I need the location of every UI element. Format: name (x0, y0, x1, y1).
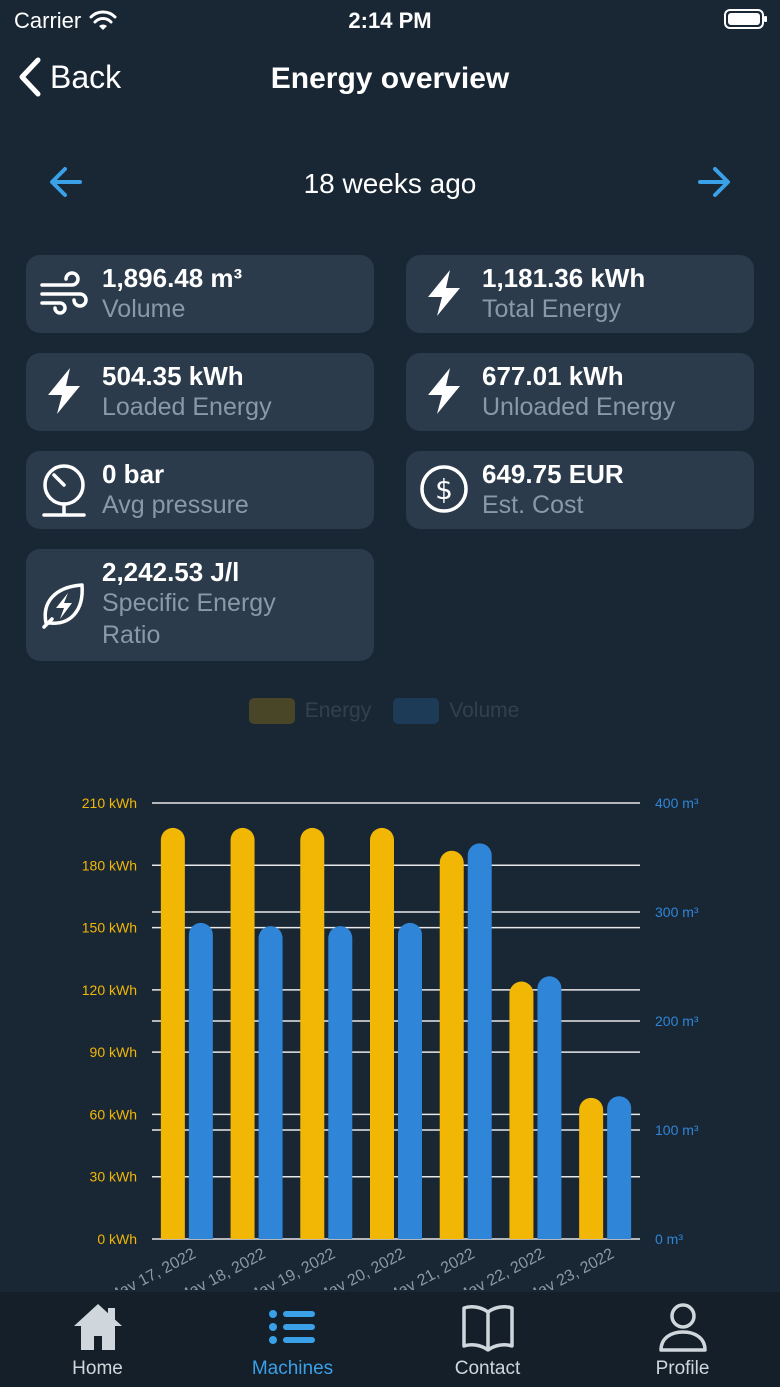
y-right-tick-label: 100 m³ (655, 1122, 699, 1138)
stat-card-total-energy: 1,181.36 kWh Total Energy (406, 255, 754, 333)
stat-value: 504.35 kWh (102, 361, 244, 391)
tab-profile[interactable]: Profile (585, 1292, 780, 1387)
wind-icon (26, 255, 102, 319)
energy-volume-bar-chart: 0 kWh 30 kWh 60 kWh 90 kWh 120 kWh 150 kWh 180… (82, 795, 699, 1290)
chart-legend: Energy Volume (0, 696, 780, 726)
y-left-tick-label: 180 kWh (82, 857, 137, 873)
bar-volume (328, 926, 353, 1239)
bar-energy (230, 827, 255, 1239)
bar-energy (509, 981, 534, 1239)
tab-machines[interactable]: Machines (195, 1292, 390, 1387)
home-icon (73, 1304, 122, 1350)
stat-value: 2,242.53 J/l (102, 557, 240, 587)
y-right-tick-label: 0 m³ (655, 1231, 683, 1247)
stat-label: Avg pressure (102, 491, 249, 519)
previous-period-button[interactable] (48, 164, 84, 205)
chevron-left-icon (19, 57, 41, 97)
y-left-tick-label: 0 kWh (97, 1231, 137, 1247)
tab-label: Contact (454, 1358, 521, 1379)
carrier-label: Carrier (14, 8, 82, 33)
dollar-coin-icon: $ (406, 451, 482, 515)
bar-energy (300, 827, 325, 1239)
y-left-tick-label: 90 kWh (90, 1044, 137, 1060)
stat-label: Specific Energy Ratio (102, 589, 276, 649)
stat-label: Unloaded Energy (482, 393, 676, 421)
back-button[interactable]: Back (16, 56, 121, 98)
bar-volume (258, 926, 283, 1239)
status-bar: Carrier 2:14 PM (0, 0, 780, 40)
svg-text:$: $ (435, 473, 453, 506)
leaf-lightning-icon (26, 549, 102, 631)
bar-volume (607, 1096, 632, 1239)
y-right-tick-label: 200 m³ (655, 1013, 699, 1029)
legend-label-volume: Volume (449, 699, 520, 722)
y-left-tick-label: 60 kWh (90, 1106, 137, 1122)
wifi-icon (89, 10, 117, 30)
stat-label: Total Energy (482, 295, 621, 323)
stat-label: Loaded Energy (102, 393, 272, 421)
y-left-tick-label: 120 kWh (82, 982, 137, 998)
person-icon (658, 1303, 707, 1352)
legend-swatch-volume (393, 698, 440, 724)
legend-label-energy: Energy (304, 699, 372, 722)
list-icon (268, 1310, 315, 1344)
arrow-left-icon (50, 167, 82, 197)
stat-label: Volume (102, 295, 186, 323)
stat-card-est-cost: $ 649.75 EUR Est. Cost (406, 451, 754, 529)
tab-label: Home (72, 1358, 123, 1379)
y-left-tick-label: 30 kWh (90, 1169, 137, 1185)
stat-value: 0 bar (102, 459, 165, 489)
tab-label: Machines (251, 1358, 334, 1379)
bar-energy (579, 1097, 604, 1239)
nav-bar: Back Energy overview (0, 50, 780, 110)
stat-value: 1,896.48 m³ (102, 263, 243, 293)
bar-volume (537, 976, 562, 1239)
lightning-icon (26, 353, 102, 417)
next-period-button[interactable] (696, 164, 732, 205)
tab-bar: Home Machines Contact Profile (0, 1292, 780, 1387)
lightning-icon (406, 255, 482, 319)
period-label: 18 weeks ago (303, 168, 477, 199)
y-left-tick-label: 150 kWh (82, 920, 137, 936)
tab-label: Profile (655, 1358, 710, 1379)
pressure-gauge-icon (26, 451, 102, 519)
stat-card-avg-pressure: 0 bar Avg pressure (26, 451, 374, 529)
stat-value: 1,181.36 kWh (482, 263, 646, 293)
stat-card-loaded-energy: 504.35 kWh Loaded Energy (26, 353, 374, 431)
bar-energy (439, 850, 464, 1239)
stat-label: Est. Cost (482, 491, 584, 519)
carrier-info: Carrier (14, 8, 117, 34)
arrow-right-icon (698, 167, 730, 197)
stat-value: 649.75 EUR (482, 459, 624, 489)
book-icon (461, 1305, 514, 1352)
stat-card-unloaded-energy: 677.01 kWh Unloaded Energy (406, 353, 754, 431)
bar-energy (160, 827, 185, 1239)
bar-volume (188, 922, 213, 1239)
tab-home[interactable]: Home (0, 1292, 195, 1387)
bar-volume (398, 922, 422, 1239)
stat-value: 677.01 kWh (482, 361, 624, 391)
x-tick-label: May 17, 2022 (105, 1245, 199, 1290)
legend-swatch-energy (248, 698, 295, 724)
stat-card-specific-energy-ratio: 2,242.53 J/l Specific Energy Ratio (26, 549, 374, 661)
bar-volume (467, 843, 492, 1239)
tab-contact[interactable]: Contact (390, 1292, 585, 1387)
y-right-tick-label: 400 m³ (655, 795, 699, 811)
stat-card-volume: 1,896.48 m³ Volume (26, 255, 374, 333)
y-right-tick-label: 300 m³ (655, 904, 699, 920)
battery-icon (724, 8, 768, 36)
period-selector: 18 weeks ago (0, 160, 780, 210)
bar-energy (370, 827, 394, 1239)
y-left-tick-label: 210 kWh (82, 795, 137, 811)
lightning-icon (406, 353, 482, 417)
back-label: Back (50, 58, 122, 95)
